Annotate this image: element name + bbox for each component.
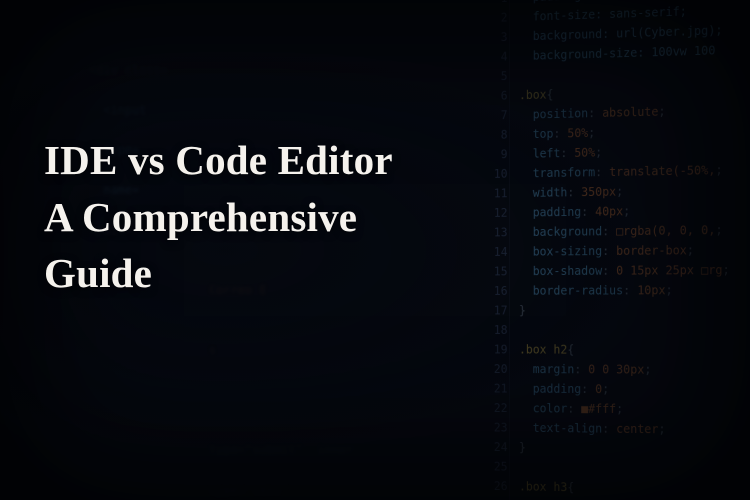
headline-line-1: IDE vs Code Editor [44,137,393,183]
headline: IDE vs Code Editor A Comprehensive Guide [44,132,393,302]
headline-line-3: Guide [44,250,152,296]
headline-line-2: A Comprehensive [44,194,357,240]
code-column-right: 1 padding: 0; 2 font-size: sans-serif; 3… [481,0,730,500]
